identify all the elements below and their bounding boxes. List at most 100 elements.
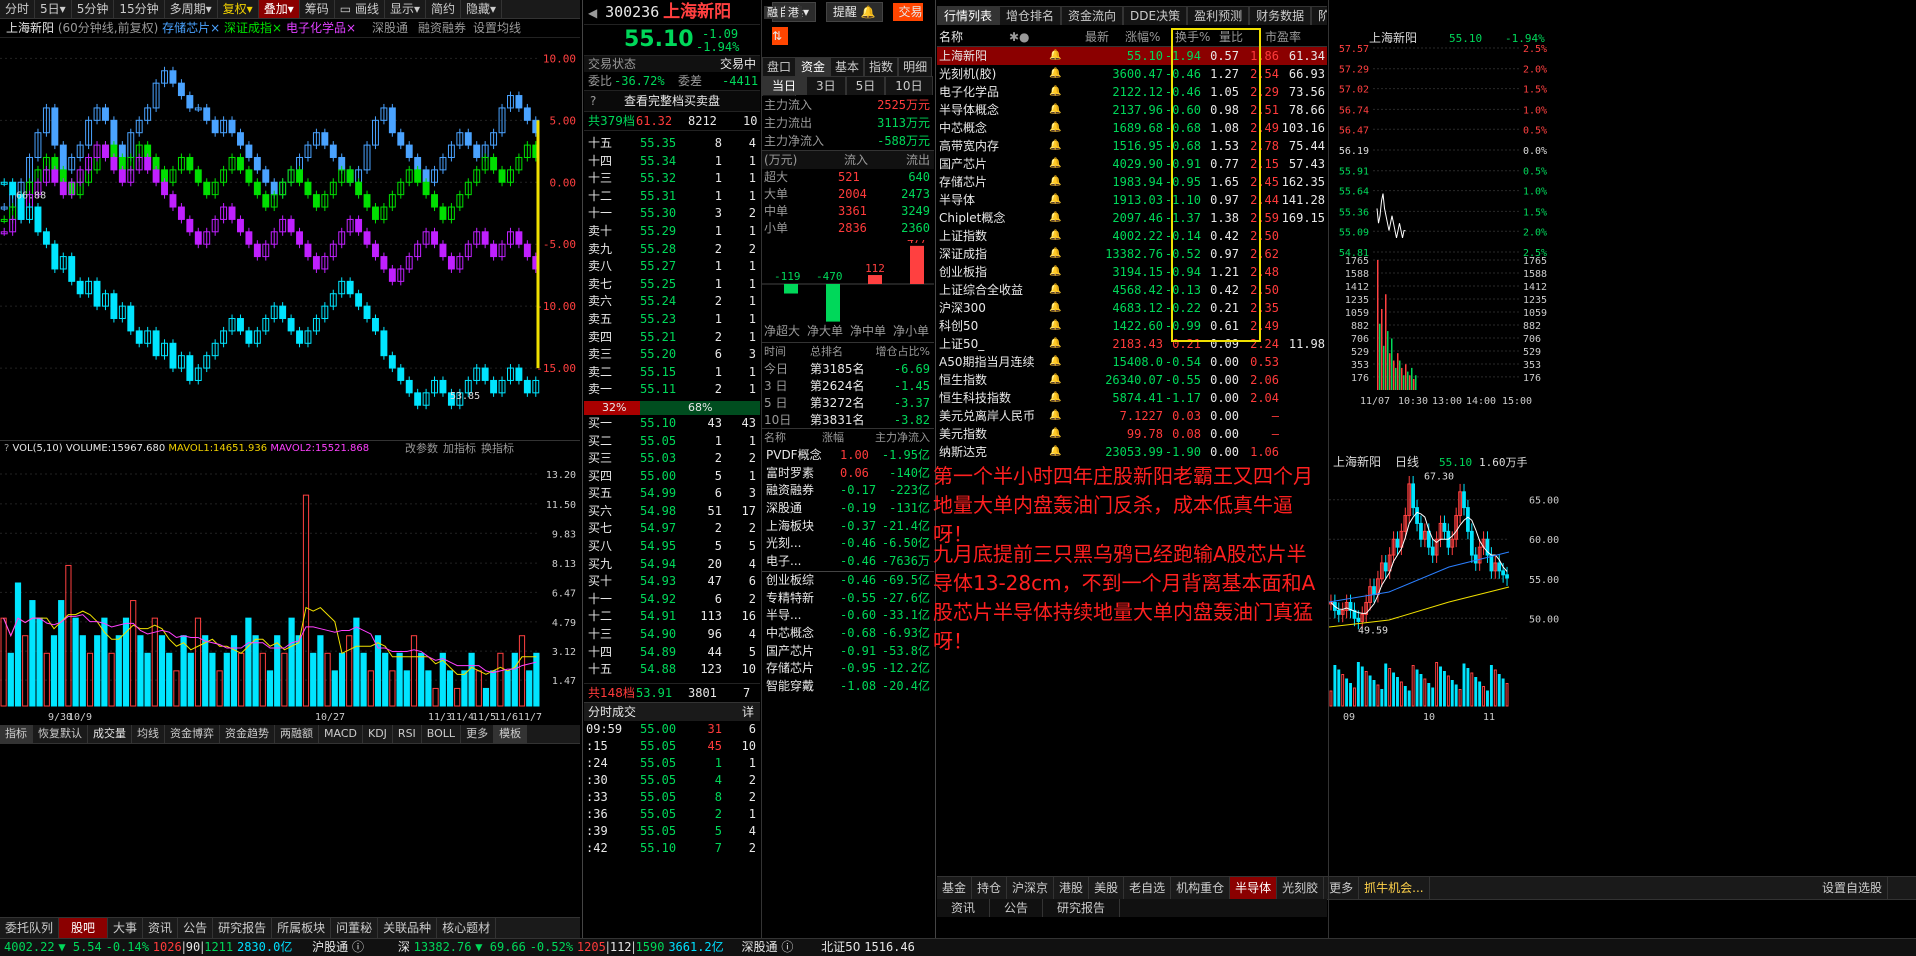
full-depth-link[interactable]: ? 查看完整档买卖盘 [584,90,760,112]
bt-tab-7[interactable]: 问董秘 [331,918,379,938]
watch-subtab-2[interactable]: 研究报告 [1043,899,1121,917]
sector-row[interactable]: 电子... -0.46 -7636万 [762,553,934,571]
bell-icon[interactable]: 🔔 [1049,299,1061,317]
sector-row[interactable]: 融资融券 -0.17 -223亿 [762,482,934,500]
overlay-btn[interactable]: 叠加▾ [258,0,300,18]
period-btn-multi[interactable]: 多周期▾ [165,0,218,18]
watch-tab-1[interactable]: 增仓排名 [999,6,1062,25]
fund-tab-3[interactable]: 指数 [864,57,899,76]
buy-level-row[interactable]: 十三 54.90 96 4 [584,626,760,644]
watch-btab-6[interactable]: 机构重仓 [1171,877,1231,899]
hgt-link[interactable]: 沪股通 ⓘ [312,940,364,954]
bell-icon[interactable]: 🔔 [1049,281,1061,299]
buy-level-row[interactable]: 买七 54.97 2 2 [584,520,760,538]
buy-level-row[interactable]: 十一 54.92 6 2 [584,591,760,609]
watch-tab-5[interactable]: 财务数据 [1249,6,1312,25]
link-sgt[interactable]: 深股通 [372,19,408,37]
prev-stock-icon[interactable]: ◀ [584,6,601,20]
period-tab-1[interactable]: 3日 [806,76,846,95]
buy-level-row[interactable]: 买五 54.99 6 3 [584,485,760,503]
sector-row[interactable]: 上海板块 -0.37 -21.4亿 [762,518,934,536]
link-swap-ind[interactable]: 换指标 [481,441,514,457]
watch-row[interactable]: 上证综合全收益 🔔 4568.42 -0.13 0.42 2.50 [937,281,1327,299]
link-param[interactable]: 改参数 [405,441,438,457]
bt-tab-8[interactable]: 关联品种 [378,918,438,938]
fund-tab-1[interactable]: 资金 [796,57,831,76]
sector-row[interactable]: 富时罗素 0.06 -140亿 [762,465,934,483]
bell-icon[interactable]: 🔔 [1049,65,1061,83]
watch-btab-11[interactable]: 设置自选股 [1817,877,1889,899]
sector-row[interactable]: 国产芯片 -0.91 -53.8亿 [762,643,934,661]
buy-level-row[interactable]: 买八 54.95 5 5 [584,538,760,556]
sell-level-row[interactable]: 十二 55.31 1 1 [584,188,760,206]
bell-icon[interactable]: 🔔 [1049,245,1061,263]
ind-tab-1[interactable]: 恢复默认 [33,725,88,743]
watch-row[interactable]: 纳斯达克 🔔 23053.99 -1.90 0.00 1.06 [937,443,1327,461]
watch-tab-6[interactable]: 阶段统计 [1311,6,1327,25]
daily-mini-chart[interactable]: 上海新阳 日线 55.10 1.60万手 65.00 60.00 55.00 50.00 67.… [1329,452,1916,874]
buy-level-row[interactable]: 买六 54.98 51 17 [584,503,760,521]
ind-tab-8[interactable]: KDJ [363,725,393,743]
watch-row[interactable]: 存储芯片 🔔 1983.94 -0.95 1.65 2.45 162.35 [937,173,1327,191]
link-ma-setting[interactable]: 设置均线 [473,19,521,37]
bell-icon[interactable]: 🔔 [1049,317,1061,335]
adjust-btn[interactable]: 复权▾ [218,0,259,18]
period-btn-5d[interactable]: 5日▾ [35,0,72,18]
bell-icon[interactable]: 🔔 [1049,101,1061,119]
ind-tab-11[interactable]: 更多 [461,725,495,743]
bell-icon[interactable]: 🔔 [1049,191,1061,209]
watch-tab-0[interactable]: 行情列表 [937,6,1000,25]
bell-icon[interactable]: 🔔 [1049,209,1061,227]
sell-level-row[interactable]: 卖五 55.23 1 1 [584,311,760,329]
sell-level-row[interactable]: 十四 55.34 1 1 [584,153,760,171]
bt-tab-9[interactable]: 核心题材 [437,918,497,938]
buy-level-row[interactable]: 十四 54.89 44 5 [584,644,760,662]
watch-row[interactable]: 美元兑离岸人民币 🔔 7.1227 0.03 0.00 — [937,407,1327,425]
display-btn[interactable]: 显示▾ [385,0,426,18]
bell-icon[interactable]: 🔔 [1049,155,1061,173]
draw-btn[interactable]: ▭ 画线 [335,0,385,18]
ind-tab-12[interactable]: 模板 [494,725,528,743]
watch-btab-0[interactable]: 基金 [937,877,973,899]
volume-chart[interactable]: 13.2011.509.838.136.474.793.121.479/3010… [0,456,580,724]
bt-tab-0[interactable]: 委托队列 [0,918,60,938]
link-add-ind[interactable]: 加指标 [443,441,476,457]
watch-btab-8[interactable]: 光刻胶 [1277,877,1325,899]
watch-row[interactable]: A50期指当月连续 🔔 15408.0 -0.54 0.00 0.53 [937,353,1327,371]
sector-row[interactable]: 深股通 -0.19 -131亿 [762,500,934,518]
watch-row[interactable]: 创业板指 🔔 3194.15 -0.94 1.21 2.48 [937,263,1327,281]
bell-icon[interactable]: 🔔 [1049,443,1061,461]
watch-row[interactable]: 沪深300 🔔 4683.12 -0.22 0.21 2.35 [937,299,1327,317]
watch-row[interactable]: 上证指数 🔔 4002.22 -0.14 0.42 2.50 [937,227,1327,245]
sell-level-row[interactable]: 卖二 55.15 1 1 [584,364,760,382]
hide-btn[interactable]: 隐藏▾ [461,0,503,18]
watch-row[interactable]: 光刻机(胶) 🔔 3600.47 -0.46 1.27 2.54 66.93 [937,65,1327,83]
ind-tab-6[interactable]: 两融额 [275,725,319,743]
bt-tab-6[interactable]: 所属板块 [272,918,332,938]
watch-row[interactable]: 高带宽内存 🔔 1516.95 -0.68 1.53 2.78 75.44 [937,137,1327,155]
ind-tab-9[interactable]: RSI [393,725,422,743]
legend-szci[interactable]: 深证成指× [224,21,282,35]
sell-level-row[interactable]: 卖七 55.25 1 1 [584,276,760,294]
sector-row[interactable]: 智能穿戴 -1.08 -20.4亿 [762,678,934,696]
legend-storage[interactable]: 存储芯片× [162,21,220,35]
watch-row[interactable]: 电子化学品 🔔 2122.12 -0.46 1.05 2.29 73.56 [937,83,1327,101]
ind-tab-2[interactable]: 成交量 [88,725,132,743]
buy-level-row[interactable]: 买四 55.00 5 1 [584,468,760,486]
buy-level-row[interactable]: 十二 54.91 113 16 [584,608,760,626]
bell-icon[interactable]: 🔔 [1049,335,1061,353]
watch-subtab-0[interactable]: 资讯 [937,899,991,917]
buy-level-row[interactable]: 买二 55.05 1 1 [584,433,760,451]
sector-row[interactable]: 中芯概念 -0.68 -6.93亿 [762,625,934,643]
watch-row[interactable]: 国产芯片 🔔 4029.90 -0.91 0.77 2.15 57.43 [937,155,1327,173]
sell-level-row[interactable]: 卖六 55.24 2 1 [584,293,760,311]
sector-row[interactable]: 半导... -0.60 -33.1亿 [762,607,934,625]
period-btn-15m[interactable]: 15分钟 [114,0,165,18]
bell-icon[interactable]: 🔔 [1049,173,1061,191]
ind-tab-10[interactable]: BOLL [422,725,462,743]
sell-level-row[interactable]: 十一 55.30 3 2 [584,205,760,223]
bt-tab-3[interactable]: 资讯 [143,918,179,938]
period-tab-3[interactable]: 10日 [885,76,933,95]
sell-level-row[interactable]: 十五 55.35 8 4 [584,135,760,153]
watch-tab-4[interactable]: 盈利预测 [1187,6,1250,25]
